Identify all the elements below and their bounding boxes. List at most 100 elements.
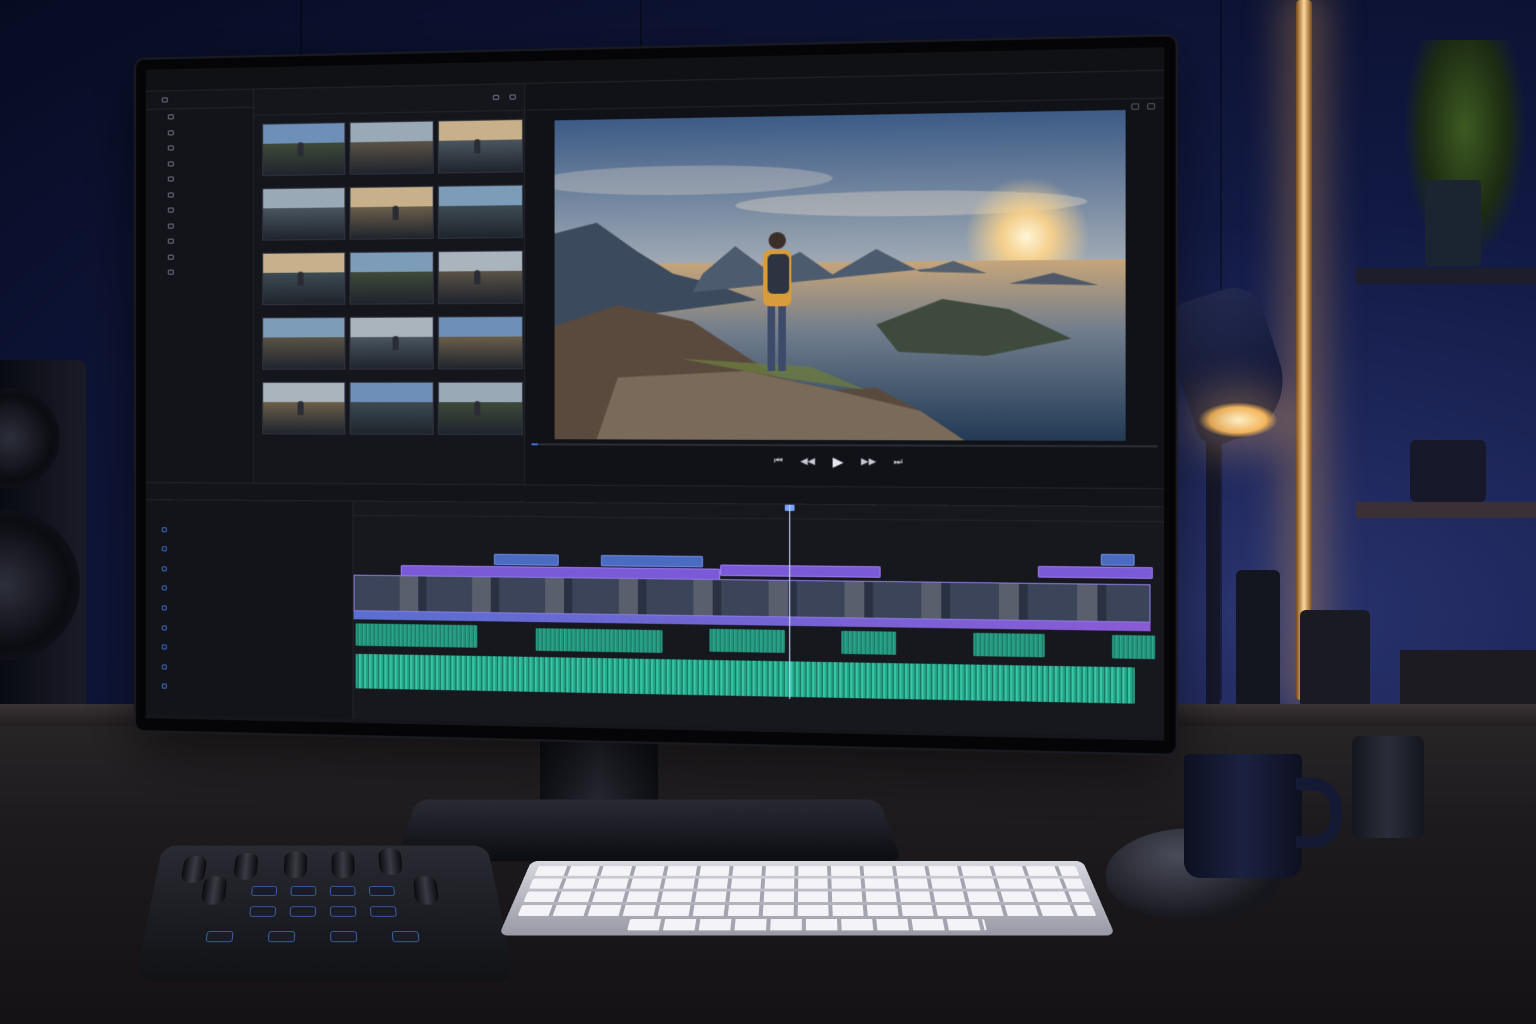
- folder-icon: [167, 114, 174, 120]
- thumbnail-landscape: [263, 402, 345, 434]
- media-thumbnail[interactable]: [349, 316, 434, 370]
- editor-screen: ⏮ ◀◀ ▶ ▶▶ ⏭: [145, 47, 1165, 741]
- thumbnail-landscape: [263, 142, 345, 176]
- title-clip[interactable]: [600, 554, 704, 568]
- transport-controls: ⏮ ◀◀ ▶ ▶▶ ⏭: [525, 445, 1164, 479]
- title-clip[interactable]: [1100, 553, 1135, 566]
- control-pad: [251, 886, 278, 897]
- audio-track-header[interactable]: [146, 618, 354, 639]
- thumbnail-figure: [297, 271, 304, 286]
- sidebar-item[interactable]: [146, 139, 253, 156]
- sidebar-item[interactable]: [146, 123, 253, 140]
- thumbnail-landscape: [438, 402, 523, 435]
- timeline-area[interactable]: [353, 501, 1165, 737]
- sidebar-item[interactable]: [146, 201, 253, 218]
- control-pad: [329, 886, 356, 897]
- audio-clip[interactable]: [709, 628, 785, 653]
- grid-view-icon[interactable]: [492, 94, 500, 100]
- key-row: [523, 891, 1091, 902]
- media-thumbnail[interactable]: [349, 185, 434, 240]
- media-thumbnail[interactable]: [437, 118, 524, 174]
- control-pad: [329, 906, 357, 917]
- audio-track-header[interactable]: [146, 657, 354, 679]
- audio-track-header[interactable]: [146, 677, 354, 699]
- list-view-icon[interactable]: [509, 94, 516, 100]
- video-track-header[interactable]: [146, 520, 354, 540]
- media-thumbnail[interactable]: [262, 381, 346, 435]
- thumbnail-landscape: [350, 140, 433, 174]
- sidebar-item[interactable]: [146, 217, 253, 234]
- media-thumbnail[interactable]: [437, 184, 524, 239]
- visibility-toggle-icon[interactable]: [161, 546, 167, 552]
- sidebar-item[interactable]: [146, 248, 253, 265]
- spacebar-row: [627, 919, 987, 931]
- thumbnail-landscape: [438, 270, 523, 304]
- keyboard: [498, 860, 1116, 936]
- sidebar-item[interactable]: [146, 264, 253, 280]
- audio-clip[interactable]: [535, 628, 663, 653]
- shelf: [1356, 502, 1536, 518]
- control-knob: [331, 851, 355, 878]
- thumbnail-figure: [474, 270, 481, 285]
- media-thumbnail[interactable]: [437, 250, 524, 305]
- media-thumbnail[interactable]: [262, 251, 346, 306]
- editing-control-surface: [135, 845, 515, 982]
- video-track-header[interactable]: [146, 579, 354, 600]
- sidebar-item[interactable]: [146, 155, 253, 172]
- visibility-toggle-icon[interactable]: [161, 585, 167, 591]
- folder-icon: [167, 130, 174, 136]
- media-thumbnail[interactable]: [437, 381, 524, 436]
- sidebar-item[interactable]: [146, 170, 253, 187]
- title-clip[interactable]: [493, 553, 559, 566]
- play-icon[interactable]: ▶: [833, 454, 844, 470]
- next-icon[interactable]: ⏭: [894, 457, 903, 468]
- audio-clip[interactable]: [973, 632, 1045, 658]
- video-track-header[interactable]: [146, 559, 354, 580]
- video-track-header[interactable]: [146, 540, 354, 560]
- media-thumbnail[interactable]: [349, 120, 434, 175]
- mute-toggle-icon[interactable]: [161, 683, 167, 689]
- forward-icon[interactable]: ▶▶: [861, 457, 876, 468]
- audio-track-header[interactable]: [146, 638, 354, 660]
- media-thumbnail[interactable]: [437, 315, 524, 370]
- visibility-toggle-icon[interactable]: [161, 526, 167, 532]
- sidebar-item[interactable]: [146, 186, 253, 203]
- fullscreen-icon[interactable]: [1147, 103, 1156, 110]
- thumbnail-figure: [474, 139, 481, 154]
- media-thumbnail[interactable]: [349, 381, 434, 435]
- rewind-icon[interactable]: ◀◀: [800, 457, 815, 468]
- thumbnail-landscape: [350, 402, 433, 434]
- effect-clip[interactable]: [720, 564, 881, 578]
- speaker-woofer: [0, 510, 80, 660]
- folder-icon: [167, 192, 174, 198]
- sidebar-item[interactable]: [146, 233, 253, 250]
- video-frame: [554, 109, 1126, 441]
- media-thumbnail[interactable]: [262, 316, 346, 370]
- lamp-stand: [1206, 420, 1220, 720]
- program-monitor[interactable]: [554, 109, 1126, 441]
- thumbnail-landscape: [263, 207, 345, 240]
- media-toolbar: [254, 83, 525, 116]
- mute-toggle-icon[interactable]: [161, 624, 167, 630]
- lamp-bulb-glow: [1198, 402, 1278, 438]
- track-headers: [145, 500, 354, 719]
- mute-toggle-icon[interactable]: [161, 605, 167, 611]
- effect-clip[interactable]: [1037, 565, 1153, 579]
- speaker-cylinder: [1236, 570, 1280, 720]
- mute-toggle-icon[interactable]: [161, 644, 167, 650]
- music-track-clip[interactable]: [355, 653, 1135, 704]
- previous-icon[interactable]: ⏮: [774, 457, 783, 467]
- mute-toggle-icon[interactable]: [161, 664, 167, 670]
- media-thumbnail[interactable]: [349, 251, 434, 305]
- media-thumbnail[interactable]: [262, 122, 346, 177]
- shelf: [1356, 268, 1536, 284]
- thumbnail-landscape: [438, 139, 523, 173]
- playhead[interactable]: [789, 504, 791, 699]
- audio-track-header[interactable]: [146, 599, 354, 620]
- settings-icon[interactable]: [1131, 103, 1140, 110]
- audio-clip[interactable]: [355, 623, 478, 648]
- audio-clip[interactable]: [841, 630, 897, 655]
- visibility-toggle-icon[interactable]: [161, 565, 167, 572]
- audio-clip[interactable]: [1112, 634, 1156, 660]
- media-thumbnail[interactable]: [262, 187, 346, 241]
